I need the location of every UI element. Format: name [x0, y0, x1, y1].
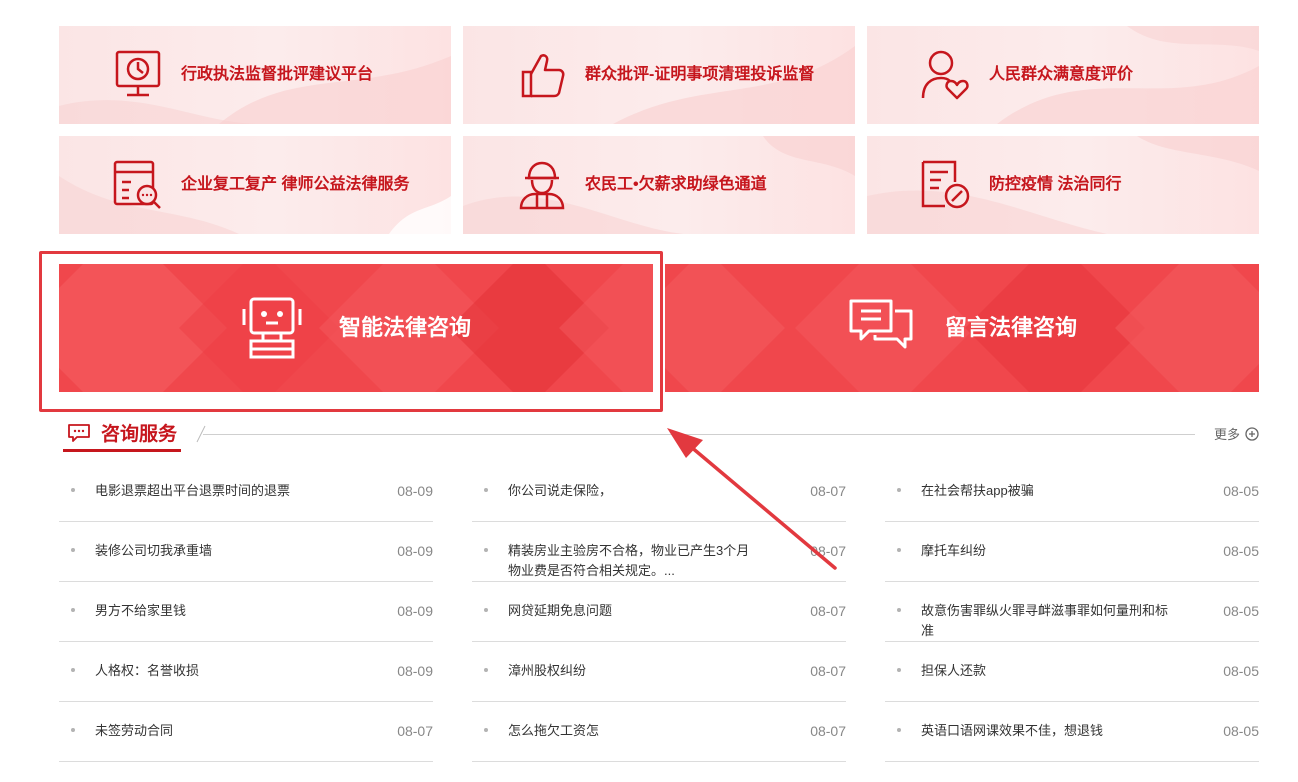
item-date: 08-05 [1223, 603, 1259, 619]
item-date: 08-05 [1223, 483, 1259, 499]
consult-column: 电影退票超出平台退票时间的退票 08-09 装修公司切我承重墙 08-09 男方不给… [59, 462, 433, 762]
bullet-icon [484, 488, 488, 492]
service-tiles: 行政执法监督批评建议平台 群众批评-证明事项清理投诉监督 人民群众满意度评价 企… [59, 26, 1259, 234]
item-date: 08-07 [810, 603, 846, 619]
banner-label: 留言法律咨询 [945, 315, 1078, 340]
list-item[interactable]: 怎么拖欠工资怎 08-07 [472, 702, 846, 762]
item-date: 08-09 [397, 543, 433, 559]
tile-epidemic-law[interactable]: 防控疫情 法治同行 [867, 136, 1259, 234]
bullet-icon [897, 488, 901, 492]
message-legal-consult-banner[interactable]: 留言法律咨询 [665, 264, 1259, 392]
consult-section-header: 咨询服务 更多 [63, 416, 1259, 454]
list-item[interactable]: 电影退票超出平台退票时间的退票 08-09 [59, 462, 433, 522]
list-item[interactable]: 摩托车纠纷 08-05 [885, 522, 1259, 582]
item-date: 08-07 [397, 723, 433, 739]
consult-column: 你公司说走保险， 08-07 精装房业主验房不合格，物业已产生3个月物业费是否符合… [472, 462, 846, 762]
tile-admin-supervision[interactable]: 行政执法监督批评建议平台 [59, 26, 451, 124]
item-date: 08-05 [1223, 723, 1259, 739]
more-link[interactable]: 更多 [1214, 424, 1259, 443]
list-item[interactable]: 漳州股权纠纷 08-07 [472, 642, 846, 702]
bullet-icon [897, 608, 901, 612]
list-item[interactable]: 英语口语网课效果不佳，想退钱 08-05 [885, 702, 1259, 762]
bullet-icon [71, 668, 75, 672]
tile-migrant-wages[interactable]: 农民工•欠薪求助绿色通道 [463, 136, 855, 234]
tile-public-criticism[interactable]: 群众批评-证明事项清理投诉监督 [463, 26, 855, 124]
item-title: 精装房业主验房不合格，物业已产生3个月物业费是否符合相关规定。... [508, 543, 750, 578]
item-title: 网贷延期免息问题 [508, 603, 613, 618]
tile-label: 防控疫情 法治同行 [989, 176, 1122, 193]
item-date: 08-09 [397, 483, 433, 499]
item-title: 担保人还款 [921, 663, 987, 678]
chat-dots-icon [68, 423, 90, 442]
list-item[interactable]: 你公司说走保险， 08-07 [472, 462, 846, 522]
list-item[interactable]: 男方不给家里钱 08-09 [59, 582, 433, 642]
chat-bubbles-icon [849, 299, 913, 349]
list-item[interactable]: 故意伤害罪纵火罪寻衅滋事罪如何量刑和标准 08-05 [885, 582, 1259, 642]
document-search-icon [113, 160, 161, 209]
bullet-icon [484, 668, 488, 672]
item-title: 男方不给家里钱 [95, 603, 187, 618]
list-item[interactable]: 网贷延期免息问题 08-07 [472, 582, 846, 642]
item-title: 英语口语网课效果不佳，想退钱 [921, 723, 1104, 738]
item-title: 电影退票超出平台退票时间的退票 [95, 483, 291, 498]
banner-label: 智能法律咨询 [339, 315, 472, 340]
bullet-icon [71, 728, 75, 732]
bullet-icon [71, 488, 75, 492]
bullet-icon [71, 548, 75, 552]
item-title: 摩托车纠纷 [921, 543, 987, 558]
item-title: 故意伤害罪纵火罪寻衅滋事罪如何量刑和标准 [921, 603, 1169, 638]
section-title-text: 咨询服务 [101, 424, 178, 445]
item-date: 08-09 [397, 603, 433, 619]
thumbs-up-icon [521, 54, 565, 98]
item-date: 08-07 [810, 663, 846, 679]
tile-label: 农民工•欠薪求助绿色通道 [585, 176, 767, 193]
item-date: 08-07 [810, 483, 846, 499]
robot-icon [242, 297, 302, 359]
more-link-label: 更多 [1213, 427, 1240, 442]
list-item[interactable]: 装修公司切我承重墙 08-09 [59, 522, 433, 582]
item-date: 08-07 [810, 543, 846, 559]
item-title: 在社会帮扶app被骗 [921, 483, 1034, 498]
bullet-icon [897, 548, 901, 552]
item-title: 人格权：名誉收损 [95, 663, 200, 678]
item-date: 08-05 [1223, 663, 1259, 679]
item-title: 你公司说走保险， [508, 483, 613, 498]
bullet-icon [484, 728, 488, 732]
tile-label: 行政执法监督批评建议平台 [181, 66, 374, 83]
bullet-icon [484, 548, 488, 552]
list-item[interactable]: 精装房业主验房不合格，物业已产生3个月物业费是否符合相关规定。... 08-07 [472, 522, 846, 582]
item-title: 怎么拖欠工资怎 [508, 723, 600, 738]
plus-circle-icon [1245, 426, 1259, 441]
tile-label: 企业复工复产 律师公益法律服务 [181, 176, 410, 193]
list-item[interactable]: 未签劳动合同 08-07 [59, 702, 433, 762]
list-item[interactable]: 人格权：名誉收损 08-09 [59, 642, 433, 702]
bullet-icon [897, 668, 901, 672]
tile-label: 群众批评-证明事项清理投诉监督 [585, 66, 815, 83]
bullet-icon [71, 608, 75, 612]
section-title: 咨询服务 [63, 416, 182, 452]
list-item[interactable]: 在社会帮扶app被骗 08-05 [885, 462, 1259, 522]
item-title: 漳州股权纠纷 [508, 663, 587, 678]
bullet-icon [897, 728, 901, 732]
list-item[interactable]: 担保人还款 08-05 [885, 642, 1259, 702]
section-divider-line [203, 434, 1195, 435]
consult-column: 在社会帮扶app被骗 08-05 摩托车纠纷 08-05 故意伤害罪纵火罪寻衅滋事罪… [885, 462, 1259, 762]
document-ban-icon [921, 160, 970, 209]
bullet-icon [484, 608, 488, 612]
item-date: 08-07 [810, 723, 846, 739]
monitor-clock-icon [115, 50, 161, 97]
tile-enterprise-resume[interactable]: 企业复工复产 律师公益法律服务 [59, 136, 451, 234]
item-title: 装修公司切我承重墙 [95, 543, 213, 558]
person-heart-icon [921, 50, 969, 100]
worker-icon [519, 161, 565, 210]
consult-lists: 电影退票超出平台退票时间的退票 08-09 装修公司切我承重墙 08-09 男方不给… [59, 462, 1259, 762]
tile-label: 人民群众满意度评价 [989, 66, 1134, 83]
item-date: 08-05 [1223, 543, 1259, 559]
tile-satisfaction[interactable]: 人民群众满意度评价 [867, 26, 1259, 124]
item-date: 08-09 [397, 663, 433, 679]
item-title: 未签劳动合同 [95, 723, 174, 738]
smart-legal-consult-banner[interactable]: 智能法律咨询 [59, 264, 653, 392]
